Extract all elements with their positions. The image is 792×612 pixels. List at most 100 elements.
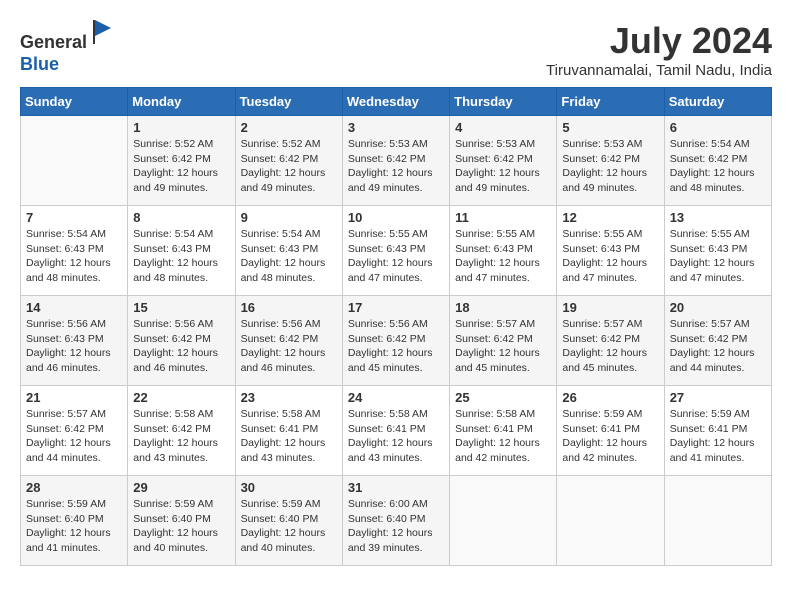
calendar-cell — [450, 476, 557, 566]
day-number: 23 — [241, 390, 337, 405]
day-info: Sunrise: 5:56 AM Sunset: 6:42 PM Dayligh… — [348, 317, 444, 376]
day-info: Sunrise: 5:58 AM Sunset: 6:41 PM Dayligh… — [455, 407, 551, 466]
weekday-header-tuesday: Tuesday — [235, 88, 342, 116]
day-number: 28 — [26, 480, 122, 495]
calendar-cell: 11Sunrise: 5:55 AM Sunset: 6:43 PM Dayli… — [450, 206, 557, 296]
calendar-cell: 1Sunrise: 5:52 AM Sunset: 6:42 PM Daylig… — [128, 116, 235, 206]
day-number: 30 — [241, 480, 337, 495]
logo-general-text: General — [20, 32, 87, 52]
day-info: Sunrise: 5:57 AM Sunset: 6:42 PM Dayligh… — [670, 317, 766, 376]
calendar-week-row: 21Sunrise: 5:57 AM Sunset: 6:42 PM Dayli… — [21, 386, 772, 476]
day-number: 8 — [133, 210, 229, 225]
calendar-cell: 30 Sunrise: 5:59 AM Sunset: 6:40 PM Dayli… — [235, 476, 342, 566]
weekday-header-monday: Monday — [128, 88, 235, 116]
calendar-cell: 15 Sunrise: 5:56 AM Sunset: 6:42 PM Dayli… — [128, 296, 235, 386]
calendar-cell: 20 Sunrise: 5:57 AM Sunset: 6:42 PM Dayli… — [664, 296, 771, 386]
day-info: Sunrise: 5:57 AM Sunset: 6:42 PM Dayligh… — [562, 317, 658, 376]
day-info: Sunrise: 5:56 AM Sunset: 6:43 PM Dayligh… — [26, 317, 122, 376]
day-info: Sunrise: 5:58 AM Sunset: 6:42 PM Dayligh… — [133, 407, 229, 466]
calendar-cell: 19 Sunrise: 5:57 AM Sunset: 6:42 PM Dayli… — [557, 296, 664, 386]
day-info: Sunrise: 5:59 AM Sunset: 6:40 PM Dayligh… — [26, 497, 122, 556]
logo: General Blue — [20, 20, 117, 75]
day-info: Sunrise: 5:53 AM Sunset: 6:42 PM Dayligh… — [455, 137, 551, 196]
day-info: Sunrise: 5:56 AM Sunset: 6:42 PM Dayligh… — [133, 317, 229, 376]
day-number: 9 — [241, 210, 337, 225]
day-number: 12 — [562, 210, 658, 225]
calendar-cell: 2Sunrise: 5:52 AM Sunset: 6:42 PM Daylig… — [235, 116, 342, 206]
calendar-cell: 25 Sunrise: 5:58 AM Sunset: 6:41 PM Dayli… — [450, 386, 557, 476]
day-info: Sunrise: 5:54 AM Sunset: 6:43 PM Dayligh… — [133, 227, 229, 286]
logo-blue-text: Blue — [20, 54, 59, 74]
day-number: 17 — [348, 300, 444, 315]
day-info: Sunrise: 5:54 AM Sunset: 6:43 PM Dayligh… — [241, 227, 337, 286]
day-number: 19 — [562, 300, 658, 315]
calendar-cell: 28 Sunrise: 5:59 AM Sunset: 6:40 PM Dayli… — [21, 476, 128, 566]
weekday-header-wednesday: Wednesday — [342, 88, 449, 116]
weekday-header-sunday: Sunday — [21, 88, 128, 116]
calendar-header: SundayMondayTuesdayWednesdayThursdayFrid… — [21, 88, 772, 116]
day-info: Sunrise: 5:57 AM Sunset: 6:42 PM Dayligh… — [455, 317, 551, 376]
calendar-cell: 3 Sunrise: 5:53 AM Sunset: 6:42 PM Daylig… — [342, 116, 449, 206]
calendar-cell: 27 Sunrise: 5:59 AM Sunset: 6:41 PM Dayli… — [664, 386, 771, 476]
day-number: 14 — [26, 300, 122, 315]
calendar-cell: 18 Sunrise: 5:57 AM Sunset: 6:42 PM Dayli… — [450, 296, 557, 386]
day-info: Sunrise: 5:59 AM Sunset: 6:41 PM Dayligh… — [670, 407, 766, 466]
day-info: Sunrise: 5:55 AM Sunset: 6:43 PM Dayligh… — [455, 227, 551, 286]
day-info: Sunrise: 5:59 AM Sunset: 6:40 PM Dayligh… — [241, 497, 337, 556]
day-info: Sunrise: 5:58 AM Sunset: 6:41 PM Dayligh… — [241, 407, 337, 466]
calendar-cell: 14 Sunrise: 5:56 AM Sunset: 6:43 PM Dayli… — [21, 296, 128, 386]
calendar-cell: 24Sunrise: 5:58 AM Sunset: 6:41 PM Dayli… — [342, 386, 449, 476]
day-info: Sunrise: 5:55 AM Sunset: 6:43 PM Dayligh… — [562, 227, 658, 286]
day-info: Sunrise: 6:00 AM Sunset: 6:40 PM Dayligh… — [348, 497, 444, 556]
logo-flag-icon — [89, 20, 117, 48]
calendar-cell: 29Sunrise: 5:59 AM Sunset: 6:40 PM Dayli… — [128, 476, 235, 566]
calendar-week-row: 14 Sunrise: 5:56 AM Sunset: 6:43 PM Dayli… — [21, 296, 772, 386]
calendar-cell: 4Sunrise: 5:53 AM Sunset: 6:42 PM Daylig… — [450, 116, 557, 206]
calendar-cell: 8 Sunrise: 5:54 AM Sunset: 6:43 PM Daylig… — [128, 206, 235, 296]
day-number: 18 — [455, 300, 551, 315]
title-block: July 2024 Tiruvannamalai, Tamil Nadu, In… — [546, 20, 772, 79]
day-number: 29 — [133, 480, 229, 495]
day-number: 1 — [133, 120, 229, 135]
calendar-cell: 6Sunrise: 5:54 AM Sunset: 6:42 PM Daylig… — [664, 116, 771, 206]
day-number: 7 — [26, 210, 122, 225]
day-info: Sunrise: 5:56 AM Sunset: 6:42 PM Dayligh… — [241, 317, 337, 376]
calendar-week-row: 28 Sunrise: 5:59 AM Sunset: 6:40 PM Dayli… — [21, 476, 772, 566]
calendar-cell: 21Sunrise: 5:57 AM Sunset: 6:42 PM Dayli… — [21, 386, 128, 476]
day-number: 5 — [562, 120, 658, 135]
calendar-cell: 10 Sunrise: 5:55 AM Sunset: 6:43 PM Dayli… — [342, 206, 449, 296]
day-info: Sunrise: 5:58 AM Sunset: 6:41 PM Dayligh… — [348, 407, 444, 466]
day-info: Sunrise: 5:55 AM Sunset: 6:43 PM Dayligh… — [348, 227, 444, 286]
calendar-cell: 16Sunrise: 5:56 AM Sunset: 6:42 PM Dayli… — [235, 296, 342, 386]
day-info: Sunrise: 5:54 AM Sunset: 6:43 PM Dayligh… — [26, 227, 122, 286]
weekday-header-row: SundayMondayTuesdayWednesdayThursdayFrid… — [21, 88, 772, 116]
day-number: 10 — [348, 210, 444, 225]
day-number: 26 — [562, 390, 658, 405]
weekday-header-thursday: Thursday — [450, 88, 557, 116]
day-number: 15 — [133, 300, 229, 315]
day-info: Sunrise: 5:54 AM Sunset: 6:42 PM Dayligh… — [670, 137, 766, 196]
day-number: 27 — [670, 390, 766, 405]
day-info: Sunrise: 5:53 AM Sunset: 6:42 PM Dayligh… — [348, 137, 444, 196]
calendar-body: 1Sunrise: 5:52 AM Sunset: 6:42 PM Daylig… — [21, 116, 772, 566]
location-text: Tiruvannamalai, Tamil Nadu, India — [546, 62, 772, 79]
calendar-week-row: 7 Sunrise: 5:54 AM Sunset: 6:43 PM Daylig… — [21, 206, 772, 296]
day-info: Sunrise: 5:57 AM Sunset: 6:42 PM Dayligh… — [26, 407, 122, 466]
day-info: Sunrise: 5:55 AM Sunset: 6:43 PM Dayligh… — [670, 227, 766, 286]
calendar-cell: 9 Sunrise: 5:54 AM Sunset: 6:43 PM Daylig… — [235, 206, 342, 296]
calendar-cell: 22Sunrise: 5:58 AM Sunset: 6:42 PM Dayli… — [128, 386, 235, 476]
calendar-cell: 12 Sunrise: 5:55 AM Sunset: 6:43 PM Dayli… — [557, 206, 664, 296]
day-info: Sunrise: 5:59 AM Sunset: 6:41 PM Dayligh… — [562, 407, 658, 466]
calendar-cell — [21, 116, 128, 206]
day-number: 25 — [455, 390, 551, 405]
calendar-cell: 23 Sunrise: 5:58 AM Sunset: 6:41 PM Dayli… — [235, 386, 342, 476]
page-header: General Blue July 2024 Tiruvannamalai, T… — [20, 20, 772, 79]
calendar-cell: 31Sunrise: 6:00 AM Sunset: 6:40 PM Dayli… — [342, 476, 449, 566]
calendar-cell: 17 Sunrise: 5:56 AM Sunset: 6:42 PM Dayli… — [342, 296, 449, 386]
day-number: 3 — [348, 120, 444, 135]
calendar-cell: 5 Sunrise: 5:53 AM Sunset: 6:42 PM Daylig… — [557, 116, 664, 206]
day-number: 20 — [670, 300, 766, 315]
day-info: Sunrise: 5:53 AM Sunset: 6:42 PM Dayligh… — [562, 137, 658, 196]
day-number: 2 — [241, 120, 337, 135]
calendar-cell: 7 Sunrise: 5:54 AM Sunset: 6:43 PM Daylig… — [21, 206, 128, 296]
